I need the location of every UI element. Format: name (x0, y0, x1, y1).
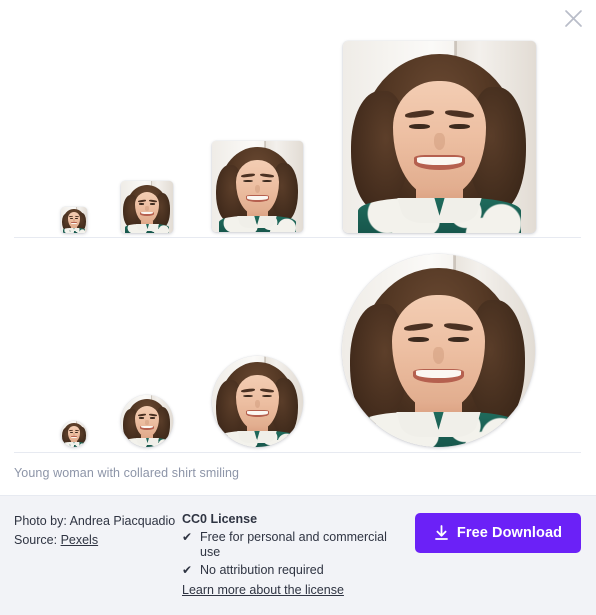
preview-area: Young woman with collared shirt smiling (0, 0, 596, 495)
preview-avatar (121, 395, 173, 447)
thumbnail-circle-xs[interactable] (61, 421, 87, 447)
license-item: ✔ No attribution required (182, 563, 392, 578)
thumbnail-circle-sm[interactable] (121, 395, 173, 447)
source-link[interactable]: Pexels (61, 533, 99, 547)
preview-image (212, 141, 303, 232)
source-label: Source: (14, 533, 61, 547)
preview-avatar (212, 356, 303, 447)
thumbnail-square-sm[interactable] (121, 181, 173, 233)
free-download-label: Free Download (456, 525, 563, 541)
preview-image (343, 41, 536, 233)
modal-footer: Photo by: Andrea Piacquadio Source: Pexe… (0, 495, 596, 615)
license-block: CC0 License ✔ Free for personal and comm… (182, 512, 392, 598)
preview-avatar (342, 254, 535, 447)
circle-thumbnail-row (0, 238, 596, 452)
preview-avatar (61, 421, 87, 447)
photo-by-line: Photo by: Andrea Piacquadio (14, 514, 176, 528)
free-download-button[interactable]: Free Download (415, 513, 581, 553)
preview-image (61, 207, 87, 233)
license-item-label: No attribution required (200, 563, 324, 577)
source-line: Source: Pexels (14, 531, 175, 550)
square-thumbnail-row (0, 0, 596, 237)
preview-image (121, 181, 173, 233)
check-icon: ✔ (182, 563, 193, 577)
close-button[interactable] (559, 4, 587, 32)
thumbnail-square-xs[interactable] (61, 207, 87, 233)
close-icon (564, 9, 582, 27)
license-title: CC0 License (182, 512, 258, 526)
thumbnail-square-lg[interactable] (343, 41, 536, 233)
learn-more-license-link[interactable]: Learn more about the license (182, 583, 344, 598)
check-icon: ✔ (182, 530, 193, 544)
image-preview-modal: Young woman with collared shirt smiling … (0, 0, 596, 615)
license-item: ✔ Free for personal and commercial use (182, 530, 392, 560)
thumbnail-square-md[interactable] (212, 141, 303, 232)
license-item-label: Free for personal and commercial use (200, 530, 387, 559)
image-caption: Young woman with collared shirt smiling (14, 466, 240, 480)
download-icon (434, 525, 448, 540)
thumbnail-circle-md[interactable] (212, 356, 303, 447)
photo-credits: Photo by: Andrea Piacquadio Source: Pexe… (14, 512, 175, 550)
thumbnail-circle-lg[interactable] (342, 254, 535, 447)
caption-divider (14, 452, 581, 453)
